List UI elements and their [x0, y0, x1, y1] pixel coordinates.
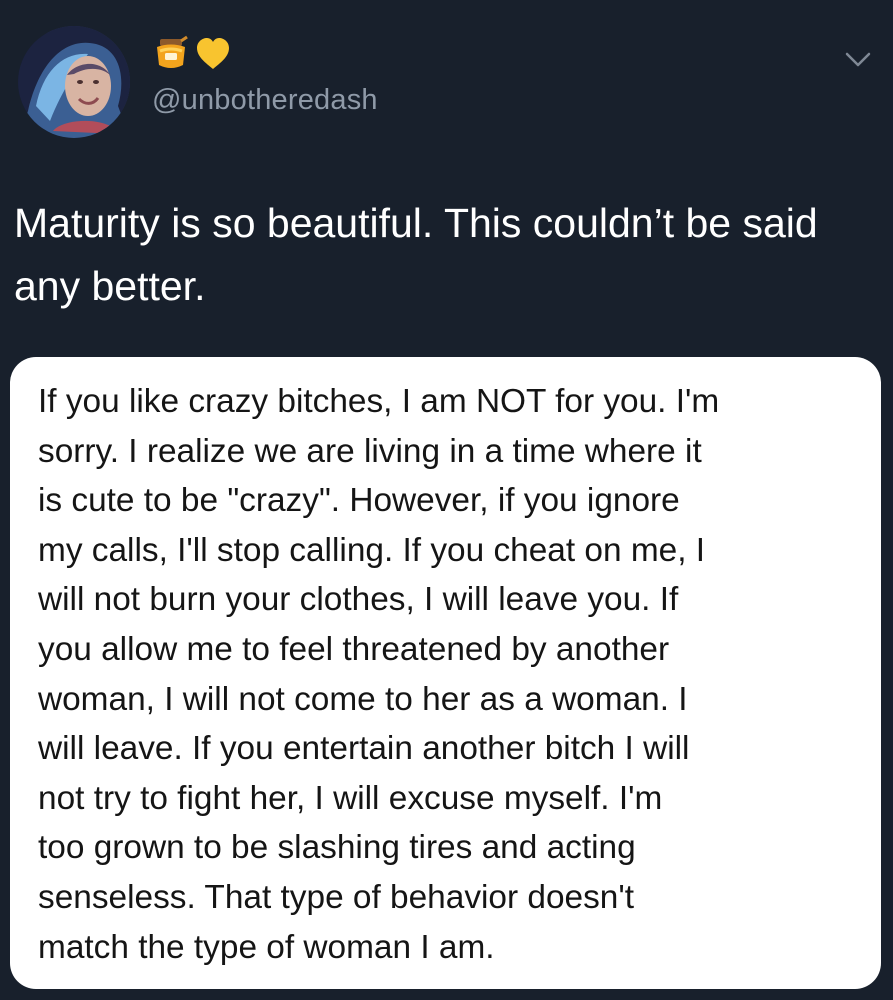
- profile-photo-icon: [18, 26, 130, 138]
- display-name[interactable]: [152, 34, 232, 74]
- user-handle[interactable]: @unbotheredash: [152, 82, 378, 118]
- screenshot-note-card[interactable]: If you like crazy bitches, I am NOT for …: [10, 357, 881, 989]
- avatar[interactable]: [18, 26, 130, 138]
- tweet-text: Maturity is so beautiful. This couldn’t …: [14, 200, 818, 309]
- yellow-heart-icon: [194, 35, 232, 73]
- chevron-down-icon[interactable]: [843, 48, 873, 70]
- note-text: If you like crazy bitches, I am NOT for …: [38, 383, 720, 966]
- tweet-container: @unbotheredash Maturity is so beautiful.…: [0, 0, 893, 1000]
- honey-pot-icon: [152, 35, 190, 73]
